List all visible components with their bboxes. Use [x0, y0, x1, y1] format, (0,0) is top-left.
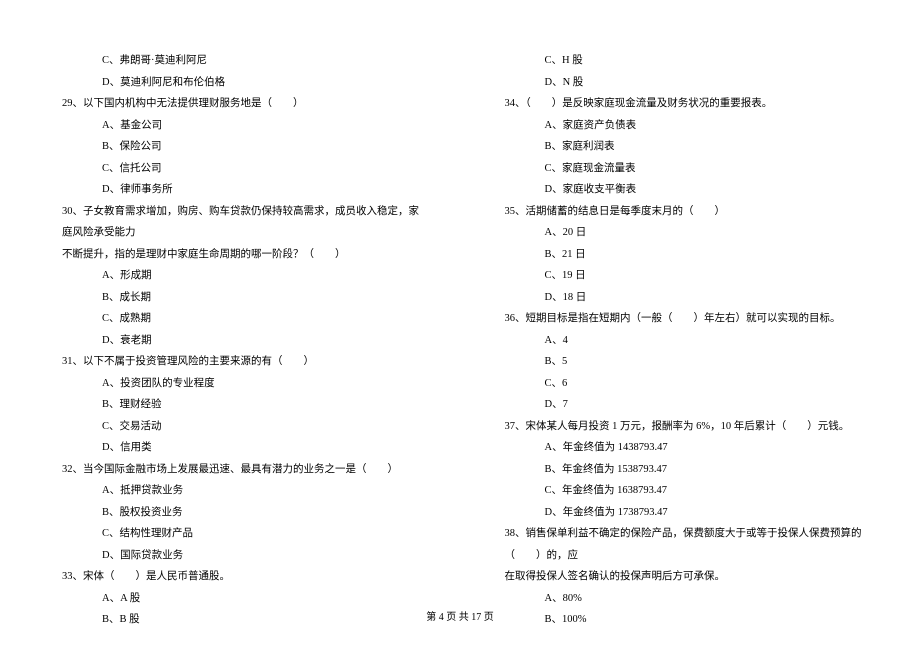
answer-option: B、年金终值为 1538793.47	[498, 459, 866, 481]
question-text: 35、活期储蓄的结息日是每季度末月的（ ）	[498, 201, 866, 223]
question-continuation: 在取得投保人签名确认的投保声明后方可承保。	[498, 566, 866, 588]
answer-option: B、家庭利润表	[498, 136, 866, 158]
answer-option: C、交易活动	[55, 416, 423, 438]
answer-option: A、4	[498, 330, 866, 352]
question-text: 29、以下国内机构中无法提供理财服务地是（ ）	[55, 93, 423, 115]
answer-option: D、18 日	[498, 287, 866, 309]
question-text: 33、宋体（ ）是人民币普通股。	[55, 566, 423, 588]
question-continuation: 不断提升，指的是理财中家庭生命周期的哪一阶段？（ ）	[55, 244, 423, 266]
question-text: 34、（ ）是反映家庭现金流量及财务状况的重要报表。	[498, 93, 866, 115]
answer-option: C、成熟期	[55, 308, 423, 330]
answer-option: C、年金终值为 1638793.47	[498, 480, 866, 502]
answer-option: D、衰老期	[55, 330, 423, 352]
answer-option: B、股权投资业务	[55, 502, 423, 524]
question-text: 30、子女教育需求增加，购房、购车贷款仍保持较高需求，成员收入稳定，家庭风险承受…	[55, 201, 423, 244]
answer-option: B、理财经验	[55, 394, 423, 416]
answer-option: B、5	[498, 351, 866, 373]
answer-option: B、21 日	[498, 244, 866, 266]
answer-option: A、家庭资产负债表	[498, 115, 866, 137]
left-column: C、弗朗哥·莫迪利阿尼D、莫迪利阿尼和布伦伯格29、以下国内机构中无法提供理财服…	[55, 50, 423, 631]
question-text: 38、销售保单利益不确定的保险产品，保费额度大于或等于投保人保费预算的（ ）的，…	[498, 523, 866, 566]
question-text: 36、短期目标是指在短期内（一般（ ）年左右）就可以实现的目标。	[498, 308, 866, 330]
answer-option: D、莫迪利阿尼和布伦伯格	[55, 72, 423, 94]
answer-option: D、N 股	[498, 72, 866, 94]
answer-option: A、形成期	[55, 265, 423, 287]
answer-option: A、80%	[498, 588, 866, 610]
answer-option: D、家庭收支平衡表	[498, 179, 866, 201]
answer-option: D、年金终值为 1738793.47	[498, 502, 866, 524]
answer-option: A、20 日	[498, 222, 866, 244]
answer-option: C、19 日	[498, 265, 866, 287]
answer-option: A、抵押贷款业务	[55, 480, 423, 502]
question-text: 32、当今国际金融市场上发展最迅速、最具有潜力的业务之一是（ ）	[55, 459, 423, 481]
page-footer: 第 4 页 共 17 页	[0, 608, 920, 623]
answer-option: A、投资团队的专业程度	[55, 373, 423, 395]
answer-option: D、国际贷款业务	[55, 545, 423, 567]
answer-option: A、年金终值为 1438793.47	[498, 437, 866, 459]
answer-option: C、信托公司	[55, 158, 423, 180]
answer-option: C、结构性理财产品	[55, 523, 423, 545]
answer-option: D、7	[498, 394, 866, 416]
answer-option: B、成长期	[55, 287, 423, 309]
answer-option: C、弗朗哥·莫迪利阿尼	[55, 50, 423, 72]
answer-option: A、A 股	[55, 588, 423, 610]
answer-option: C、6	[498, 373, 866, 395]
right-column: C、H 股D、N 股34、（ ）是反映家庭现金流量及财务状况的重要报表。A、家庭…	[498, 50, 866, 631]
question-text: 31、以下不属于投资管理风险的主要来源的有（ ）	[55, 351, 423, 373]
question-text: 37、宋体某人每月投资 1 万元，报酬率为 6%，10 年后累计（ ）元钱。	[498, 416, 866, 438]
answer-option: C、H 股	[498, 50, 866, 72]
answer-option: B、保险公司	[55, 136, 423, 158]
answer-option: C、家庭现金流量表	[498, 158, 866, 180]
page-container: C、弗朗哥·莫迪利阿尼D、莫迪利阿尼和布伦伯格29、以下国内机构中无法提供理财服…	[0, 0, 920, 631]
answer-option: A、基金公司	[55, 115, 423, 137]
answer-option: D、信用类	[55, 437, 423, 459]
answer-option: D、律师事务所	[55, 179, 423, 201]
